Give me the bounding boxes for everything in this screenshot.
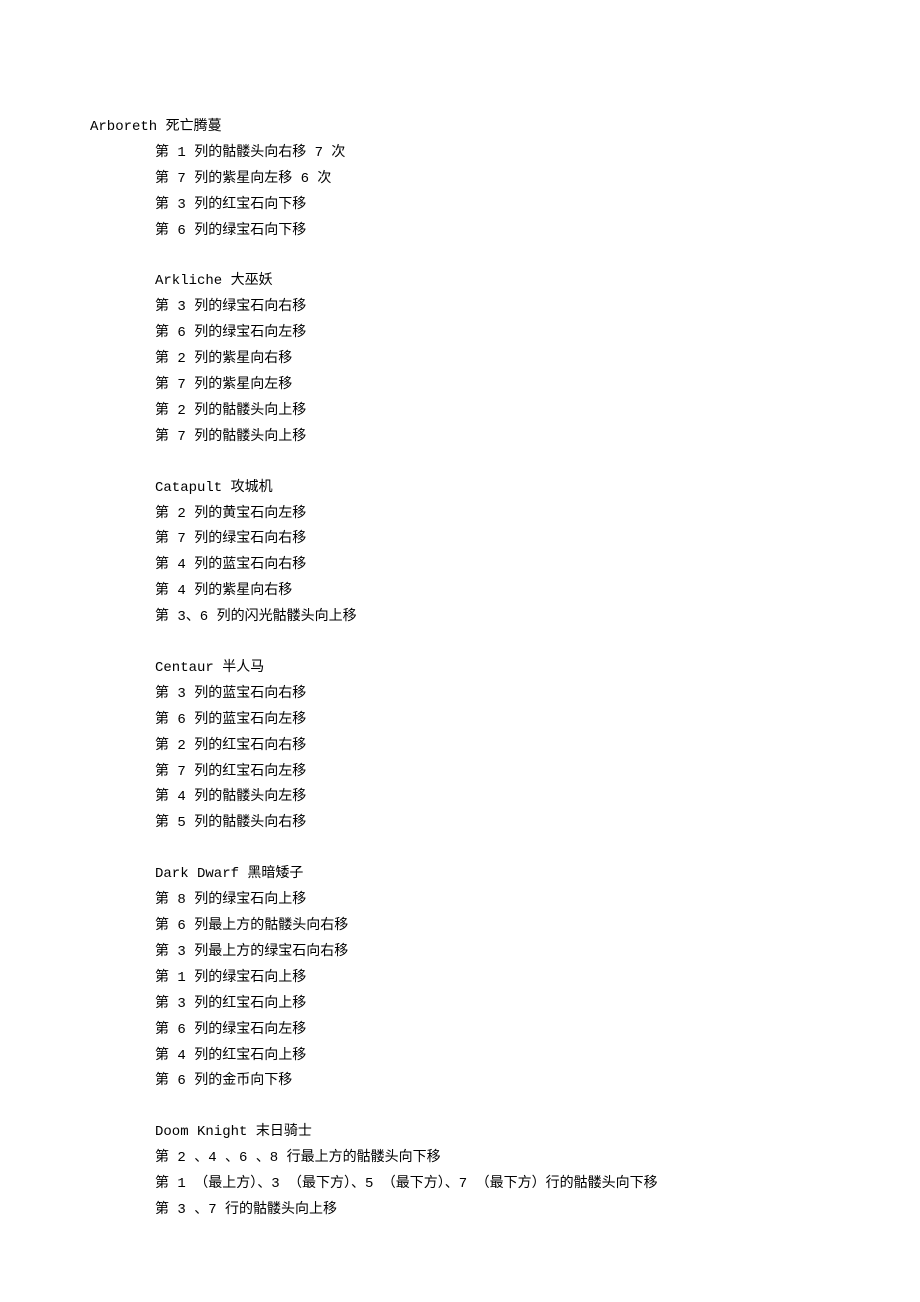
step-line: 第 7 列的紫星向左移 6 次 xyxy=(155,167,920,193)
step-line: 第 2 列的黄宝石向左移 xyxy=(155,502,920,528)
section: Centaur 半人马第 3 列的蓝宝石向右移第 6 列的蓝宝石向左移第 2 列… xyxy=(155,656,920,837)
step-line: 第 6 列的绿宝石向下移 xyxy=(155,219,920,245)
section-title: Doom Knight 末日骑士 xyxy=(155,1120,920,1146)
section: Doom Knight 末日骑士第 2 、4 、6 、8 行最上方的骷髅头向下移… xyxy=(155,1120,920,1224)
section: Arkliche 大巫妖第 3 列的绿宝石向右移第 6 列的绿宝石向左移第 2 … xyxy=(155,269,920,450)
step-line: 第 6 列的绿宝石向左移 xyxy=(155,1018,920,1044)
step-line: 第 1 列的绿宝石向上移 xyxy=(155,966,920,992)
step-line: 第 3 列最上方的绿宝石向右移 xyxy=(155,940,920,966)
step-line: 第 3 、7 行的骷髅头向上移 xyxy=(155,1198,920,1224)
step-line: 第 4 列的红宝石向上移 xyxy=(155,1044,920,1070)
step-line: 第 1 （最上方）、3 （最下方）、5 （最下方）、7 （最下方）行的骷髅头向下… xyxy=(155,1172,920,1198)
document-content: Arboreth 死亡腾蔓第 1 列的骷髅头向右移 7 次第 7 列的紫星向左移… xyxy=(155,115,920,1224)
section-title: Dark Dwarf 黑暗矮子 xyxy=(155,862,920,888)
step-line: 第 7 列的红宝石向左移 xyxy=(155,760,920,786)
step-line: 第 7 列的紫星向左移 xyxy=(155,373,920,399)
step-line: 第 6 列的绿宝石向左移 xyxy=(155,321,920,347)
step-line: 第 2 列的红宝石向右移 xyxy=(155,734,920,760)
step-line: 第 3 列的红宝石向下移 xyxy=(155,193,920,219)
step-line: 第 8 列的绿宝石向上移 xyxy=(155,888,920,914)
step-line: 第 3、6 列的闪光骷髅头向上移 xyxy=(155,605,920,631)
step-line: 第 2 列的骷髅头向上移 xyxy=(155,399,920,425)
step-line: 第 7 列的骷髅头向上移 xyxy=(155,425,920,451)
step-line: 第 4 列的骷髅头向左移 xyxy=(155,785,920,811)
step-line: 第 4 列的紫星向右移 xyxy=(155,579,920,605)
step-line: 第 3 列的蓝宝石向右移 xyxy=(155,682,920,708)
step-line: 第 3 列的绿宝石向右移 xyxy=(155,295,920,321)
step-line: 第 7 列的绿宝石向右移 xyxy=(155,527,920,553)
section: Catapult 攻城机第 2 列的黄宝石向左移第 7 列的绿宝石向右移第 4 … xyxy=(155,476,920,631)
section-title: Catapult 攻城机 xyxy=(155,476,920,502)
step-line: 第 6 列的金币向下移 xyxy=(155,1069,920,1095)
step-line: 第 3 列的红宝石向上移 xyxy=(155,992,920,1018)
step-line: 第 5 列的骷髅头向右移 xyxy=(155,811,920,837)
step-line: 第 2 、4 、6 、8 行最上方的骷髅头向下移 xyxy=(155,1146,920,1172)
section-title: Centaur 半人马 xyxy=(155,656,920,682)
section: Dark Dwarf 黑暗矮子第 8 列的绿宝石向上移第 6 列最上方的骷髅头向… xyxy=(155,862,920,1095)
step-line: 第 6 列的蓝宝石向左移 xyxy=(155,708,920,734)
step-line: 第 4 列的蓝宝石向右移 xyxy=(155,553,920,579)
step-line: 第 2 列的紫星向右移 xyxy=(155,347,920,373)
section: Arboreth 死亡腾蔓第 1 列的骷髅头向右移 7 次第 7 列的紫星向左移… xyxy=(155,115,920,244)
step-line: 第 6 列最上方的骷髅头向右移 xyxy=(155,914,920,940)
step-line: 第 1 列的骷髅头向右移 7 次 xyxy=(155,141,920,167)
section-title: Arkliche 大巫妖 xyxy=(155,269,920,295)
section-title: Arboreth 死亡腾蔓 xyxy=(90,115,920,141)
